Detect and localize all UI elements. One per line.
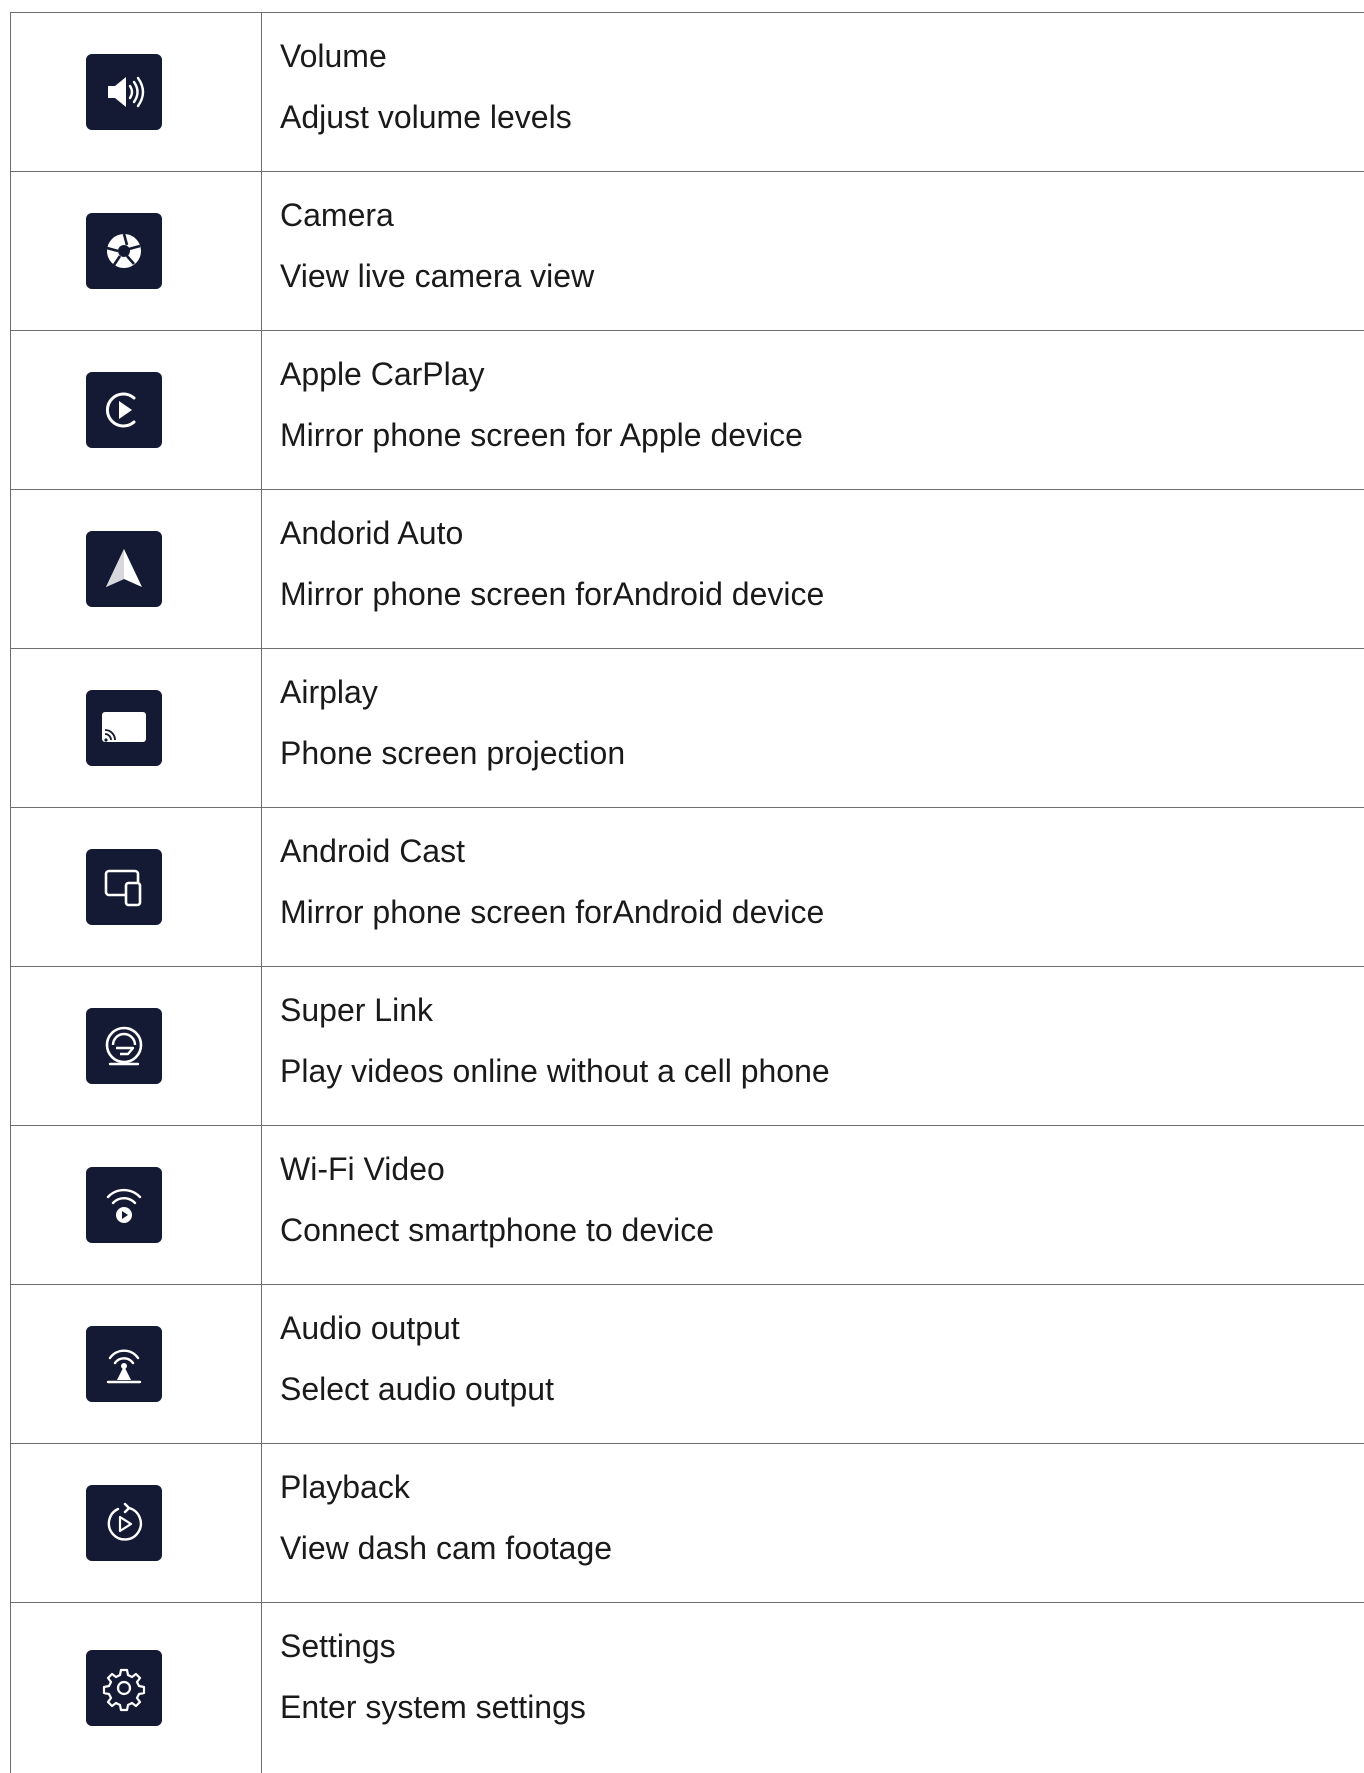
carplay-icon: [86, 372, 162, 448]
row-description: Play videos online without a cell phone: [280, 1053, 830, 1089]
icon-cell: [10, 490, 262, 648]
row-description: Adjust volume levels: [280, 99, 572, 135]
row-title: Super Link: [280, 992, 433, 1028]
table-row: Playback View dash cam footage: [10, 1444, 1364, 1603]
text-cell: Camera View live camera view: [262, 172, 1364, 330]
text-cell: Volume Adjust volume levels: [262, 13, 1364, 171]
settings-gear-icon: [86, 1650, 162, 1726]
android-cast-icon: [86, 849, 162, 925]
icon-cell: [10, 1603, 262, 1773]
table-row: Wi-Fi Video Connect smartphone to device: [10, 1126, 1364, 1285]
text-cell: Apple CarPlay Mirror phone screen for Ap…: [262, 331, 1364, 489]
row-description: Mirror phone screen for Apple device: [280, 417, 803, 453]
row-description: Enter system settings: [280, 1689, 586, 1725]
android-auto-icon: [86, 531, 162, 607]
icon-cell: [10, 13, 262, 171]
row-title: Wi-Fi Video: [280, 1151, 445, 1187]
row-description: Phone screen projection: [280, 735, 626, 771]
row-description: View dash cam footage: [280, 1530, 613, 1566]
icon-cell: [10, 649, 262, 807]
text-cell: Andorid Auto Mirror phone screen forAndr…: [262, 490, 1364, 648]
text-cell: Wi-Fi Video Connect smartphone to device: [262, 1126, 1364, 1284]
table-row: Airplay Phone screen projection: [10, 649, 1364, 808]
row-description: Mirror phone screen forAndroid device: [280, 894, 825, 930]
row-title: Audio output: [280, 1310, 460, 1346]
icon-cell: [10, 1444, 262, 1602]
row-title: Playback: [280, 1469, 410, 1505]
row-title: Camera: [280, 197, 394, 233]
table-row: Andorid Auto Mirror phone screen forAndr…: [10, 490, 1364, 649]
text-cell: Airplay Phone screen projection: [262, 649, 1364, 807]
row-description: Select audio output: [280, 1371, 554, 1407]
icon-cell: [10, 331, 262, 489]
row-title: Android Cast: [280, 833, 465, 869]
icon-cell: [10, 172, 262, 330]
row-description: Connect smartphone to device: [280, 1212, 715, 1248]
row-title: Apple CarPlay: [280, 356, 485, 392]
icon-cell: [10, 967, 262, 1125]
row-description: View live camera view: [280, 258, 595, 294]
table-row: Android Cast Mirror phone screen forAndr…: [10, 808, 1364, 967]
table-row: Volume Adjust volume levels: [10, 13, 1364, 172]
table-row: Settings Enter system settings: [10, 1603, 1364, 1773]
row-title: Andorid Auto: [280, 515, 464, 551]
playback-icon: [86, 1485, 162, 1561]
table-row: Super Link Play videos online without a …: [10, 967, 1364, 1126]
icon-cell: [10, 1126, 262, 1284]
table-row: Apple CarPlay Mirror phone screen for Ap…: [10, 331, 1364, 490]
row-title: Volume: [280, 38, 387, 74]
airplay-icon: [86, 690, 162, 766]
icon-cell: [10, 1285, 262, 1443]
wifi-video-icon: [86, 1167, 162, 1243]
text-cell: Settings Enter system settings: [262, 1603, 1364, 1773]
icon-cell: [10, 808, 262, 966]
row-description: Mirror phone screen forAndroid device: [280, 576, 825, 612]
camera-aperture-icon: [86, 213, 162, 289]
table-row: Audio output Select audio output: [10, 1285, 1364, 1444]
row-title: Settings: [280, 1628, 396, 1664]
text-cell: Playback View dash cam footage: [262, 1444, 1364, 1602]
row-title: Airplay: [280, 674, 378, 710]
super-link-icon: [86, 1008, 162, 1084]
text-cell: Android Cast Mirror phone screen forAndr…: [262, 808, 1364, 966]
text-cell: Super Link Play videos online without a …: [262, 967, 1364, 1125]
feature-table: Volume Adjust volume levels Camera View …: [10, 12, 1364, 1773]
text-cell: Audio output Select audio output: [262, 1285, 1364, 1443]
audio-output-icon: [86, 1326, 162, 1402]
volume-icon: [86, 54, 162, 130]
table-row: Camera View live camera view: [10, 172, 1364, 331]
